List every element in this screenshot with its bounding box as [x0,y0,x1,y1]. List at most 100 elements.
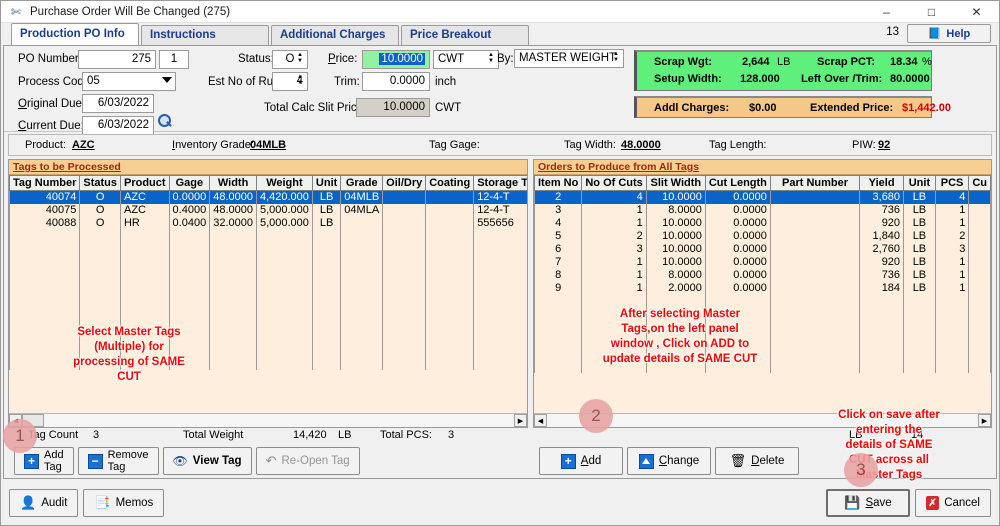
close-button[interactable]: ✕ [954,1,999,23]
price-uom-spinner-icon[interactable]: ▲ ▼ [485,52,497,67]
col-tag-number[interactable]: Tag Number [9,175,81,191]
scrap-wgt-label: Scrap Wgt: [654,56,713,68]
original-due-input[interactable]: 6/03/2022 [82,94,154,113]
cell-unit: LB [311,190,342,204]
change-button[interactable]: Change [627,447,711,475]
col-unit[interactable]: Unit [311,175,342,191]
col-item-no[interactable]: Item No [534,175,583,191]
col-part-number[interactable]: Part Number [769,175,861,191]
view-tag-button[interactable]: 👁 View Tag [162,447,252,475]
price-uom-select[interactable]: CWT ▲ ▼ [433,50,499,69]
table-row[interactable]: 5 2 10.0000 0.0000 1,840 LB 2 [534,229,991,243]
scroll-right-icon[interactable]: ▶ [514,414,527,427]
right-summary-count: 14 [911,429,924,441]
cell-cu [968,229,991,243]
table-row[interactable]: 9 1 2.0000 0.0000 184 LB 1 [534,281,991,295]
scroll-track[interactable] [44,414,514,427]
cell-no-of-cuts: 4 [581,190,647,204]
col-cu[interactable]: Cu [968,175,991,191]
table-row[interactable]: 3 1 8.0000 0.0000 736 LB 1 [534,203,991,217]
left-grid-scroller[interactable]: Tag Number Status Product Gage Width Wei… [9,175,527,413]
table-row[interactable]: 7 1 10.0000 0.0000 920 LB 1 [534,255,991,269]
title-bar: ✄ Purchase Order Will Be Changed (275) –… [1,1,999,23]
original-due-lookup-icon[interactable] [156,113,173,130]
cancel-button-label: Cancel [944,497,980,509]
col-coating[interactable]: Coating [425,175,475,191]
by-spinner-icon[interactable]: ▲ ▼ [610,51,622,66]
cell-coating [425,216,475,230]
plus-square-icon: + [24,453,39,469]
tab-instructions[interactable]: Instructions [141,25,269,45]
delete-button[interactable]: 🗑 Delete [715,447,799,475]
help-button[interactable]: 📘 Help [907,24,991,43]
col-product[interactable]: Product [119,175,170,191]
po-number-input[interactable]: 275 [78,50,156,69]
table-row[interactable]: 40074 O AZC 0.0000 48.0000 4,420.000 LB … [9,190,527,204]
cell-part-number [769,216,861,230]
cell-cut-length: 0.0000 [704,203,771,217]
trim-input[interactable]: 0.0000 [362,72,430,91]
process-code-select[interactable]: 05 [82,72,176,91]
col-weight[interactable]: Weight [255,175,313,191]
table-row[interactable]: 8 1 8.0000 0.0000 736 LB 1 [534,268,991,282]
est-runs-input[interactable]: 4 ▲ ▼ [272,72,308,91]
add-button[interactable]: + Add [539,447,623,475]
status-spinner-icon[interactable]: ▲ ▼ [294,52,306,67]
col-cut-length[interactable]: Cut Length [704,175,771,191]
col-grade[interactable]: Grade [340,175,384,191]
remove-tag-button[interactable]: − Remove Tag [77,447,159,475]
po-release-input[interactable]: 1 [159,50,189,69]
right-grid-scroller[interactable]: Item No No Of Cuts Slit Width Cut Length… [534,175,991,413]
tab-production-po-info[interactable]: Production PO Info [11,23,139,45]
cancel-button[interactable]: ✗ Cancel [915,489,991,517]
col-pcs[interactable]: PCS [934,175,970,191]
save-button[interactable]: 💾 Save [826,489,910,517]
scroll-right-icon[interactable]: ▶ [978,414,991,427]
col-gage[interactable]: Gage [168,175,211,191]
extended-price-label: Extended Price: [810,102,894,114]
price-input[interactable]: 10.0000 [362,50,430,69]
footer-toolbar: 👤 Audit 📑 Memos 💾 Save ✗ Cancel [1,481,999,525]
memos-button[interactable]: 📑 Memos [83,489,165,517]
col-status[interactable]: Status [79,175,121,191]
tab-price-breakout[interactable]: Price Breakout [401,25,529,45]
audit-button[interactable]: 👤 Audit [9,489,79,517]
tab-additional-charges[interactable]: Additional Charges [271,25,399,45]
cell-oil-dry [382,203,427,217]
col-unit[interactable]: Unit [903,175,936,191]
col-yield[interactable]: Yield [859,175,905,191]
col-storage-tag[interactable]: Storage Tag [473,175,527,191]
po-number-label: PO Number: [18,53,82,65]
table-row[interactable]: 2 4 10.0000 0.0000 3,680 LB 4 [534,190,991,204]
scissors-icon: ✄ [10,4,22,19]
est-runs-spinner-icon[interactable]: ▲ ▼ [294,74,306,89]
by-select[interactable]: MASTER WEIGHT ▲ ▼ [514,49,624,68]
col-no-of-cuts[interactable]: No Of Cuts [581,175,647,191]
left-grid-hscrollbar[interactable]: ◀ ▶ [9,413,527,427]
application-window: ✄ Purchase Order Will Be Changed (275) –… [0,0,1000,526]
product-value: AZC [72,139,95,151]
cell-item-no: 7 [534,255,583,269]
maximize-button[interactable]: □ [909,1,954,23]
minimize-button[interactable]: – [864,1,909,23]
current-due-input[interactable]: 6/03/2022 [82,116,154,135]
col-oil-dry[interactable]: Oil/Dry [382,175,427,191]
setup-width-label: Setup Width: [654,73,722,85]
col-slit-width[interactable]: Slit Width [645,175,706,191]
left-summary: Tag Count 3 Total Weight 14,420 LB Total… [8,428,528,444]
table-row[interactable]: 6 3 10.0000 0.0000 2,760 LB 3 [534,242,991,256]
table-header-row: Tag Number Status Product Gage Width Wei… [9,175,527,191]
status-input[interactable]: O ▲ ▼ [272,50,308,69]
cell-yield: 3,680 [859,190,905,204]
table-row[interactable]: 4 1 10.0000 0.0000 920 LB 1 [534,216,991,230]
eye-icon: 👁 [172,454,188,468]
cell-unit: LB [903,203,936,217]
undo-icon: ↶ [265,453,277,468]
col-width[interactable]: Width [209,175,257,191]
cell-unit: LB [903,268,936,282]
inventory-grade-label: Inventory Grade: [172,139,254,151]
table-row[interactable]: 40088 O HR 0.0400 32.0000 5,000.000 LB 5… [9,216,527,230]
table-row[interactable]: 40075 O AZC 0.4000 48.0000 5,000.000 LB … [9,203,527,217]
scroll-left-icon[interactable]: ◀ [534,414,547,427]
addl-charges-value: $0.00 [749,102,777,114]
